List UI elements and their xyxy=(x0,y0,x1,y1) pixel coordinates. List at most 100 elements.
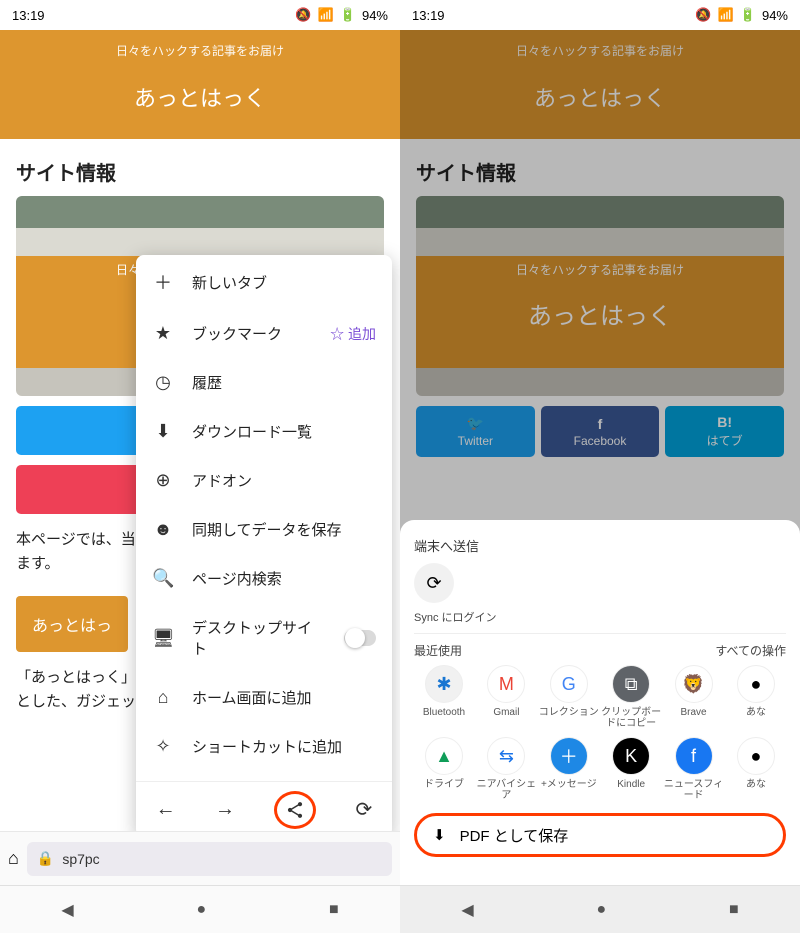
home-icon[interactable]: ⌂ xyxy=(8,848,19,869)
share-app-clipboard[interactable]: ⧉クリップボードにコピー xyxy=(601,665,661,729)
status-time: 13:19 xyxy=(412,8,445,23)
menu-action-row: ← → ⟳ xyxy=(136,781,392,837)
menu-item-5[interactable]: ☻ 同期してデータを保存 xyxy=(136,505,392,554)
reload-button[interactable]: ⟳ xyxy=(356,797,373,822)
url-bar: ⌂ 🔒 sp7pc xyxy=(0,831,400,885)
menu-item-0[interactable]: ＋ 新しいタブ xyxy=(136,255,392,309)
cta-button[interactable]: あっとはっ xyxy=(16,596,128,652)
menu-item-8[interactable]: ⌂ホーム画面に追加 xyxy=(136,673,392,722)
send-device-heading: 端末へ送信 xyxy=(414,536,786,555)
sys-home-icon[interactable]: ● xyxy=(196,901,206,919)
share-app-ana2[interactable]: ●あな xyxy=(726,737,786,801)
menu-item-label: ホーム画面に追加 xyxy=(192,687,312,708)
menu-item-icon: 🖥 xyxy=(152,628,174,649)
battery-pct: 94% xyxy=(762,8,788,23)
share-app-label: Bluetooth xyxy=(423,707,465,718)
share-app-row-1: ✱ Bluetooth M Gmail G コレクション⧉クリップボードにコピー🦁Brav… xyxy=(414,665,786,729)
menu-item-icon: 🔍 xyxy=(152,568,174,589)
url-field[interactable]: 🔒 sp7pc xyxy=(27,842,392,876)
ana1-icon: ● xyxy=(737,665,775,703)
sys-recent-icon[interactable]: ■ xyxy=(729,901,739,919)
battery-icon: 🔋 xyxy=(340,7,356,23)
nav-back-button[interactable]: ← xyxy=(156,798,176,821)
menu-item-1[interactable]: ★ブックマーク☆ 追加 xyxy=(136,309,392,358)
wifi-icon: 📶 xyxy=(718,7,734,23)
share-app-label: ニアバイシェア xyxy=(476,779,536,801)
menu-item-label: 新しいタブ xyxy=(192,272,267,293)
share-app-brave[interactable]: 🦁Brave xyxy=(664,665,724,729)
menu-item-icon: ✧ xyxy=(152,736,174,757)
menu-item-2[interactable]: ◷ 履歴 xyxy=(136,358,392,407)
share-app-gmail[interactable]: M Gmail xyxy=(476,665,536,729)
share-app-nearby[interactable]: ⇆ ニアバイシェア xyxy=(476,737,536,801)
newsfeed-icon: f xyxy=(675,737,713,775)
drive-icon: ▲ xyxy=(425,737,463,775)
menu-item-7[interactable]: 🖥 デスクトップサイト xyxy=(136,603,392,673)
desktop-site-toggle[interactable] xyxy=(344,630,376,646)
section-heading: サイト情報 xyxy=(0,139,400,196)
nav-forward-button[interactable]: → xyxy=(215,798,235,821)
menu-item-label: アドオン xyxy=(192,470,252,491)
share-app-kindle[interactable]: KKindle xyxy=(601,737,661,801)
menu-item-6[interactable]: 🔍ページ内検索 xyxy=(136,554,392,603)
menu-item-label: ショートカットに追加 xyxy=(192,736,342,757)
share-app-plusmsg[interactable]: ＋+メッセージ xyxy=(539,737,599,801)
menu-item-icon: ☻ xyxy=(152,519,174,540)
share-app-bluetooth[interactable]: ✱ Bluetooth xyxy=(414,665,474,729)
sys-back-icon[interactable]: ◀ xyxy=(61,900,73,920)
sys-back-icon[interactable]: ◀ xyxy=(461,900,473,920)
share-app-label: クリップボードにコピー xyxy=(601,707,661,729)
menu-item-icon: ＋ xyxy=(152,269,174,295)
system-nav: ◀ ● ■ xyxy=(0,885,400,933)
share-app-collection[interactable]: G コレクション xyxy=(539,665,599,729)
menu-list: ＋ 新しいタブ ★ブックマーク☆ 追加 ◷ 履歴 ⬇ダウンロード一覧 ⊕ アドオン ☻ 同期してデ… xyxy=(136,255,392,781)
dnd-icon: 🔕 xyxy=(295,7,311,23)
download-icon: ⬇ xyxy=(433,826,446,844)
share-app-label: Kindle xyxy=(617,779,645,790)
right-screenshot: 13:19 🔕 📶 🔋 94% 日々をハックする記事をお届け あっとはっく サイ… xyxy=(400,0,800,933)
site-tagline: 日々をハックする記事をお届け xyxy=(0,42,400,59)
share-app-newsfeed[interactable]: f ニュースフィード xyxy=(664,737,724,801)
recent-label: 最近使用 xyxy=(414,642,462,659)
bluetooth-icon: ✱ xyxy=(425,665,463,703)
share-button-highlight[interactable] xyxy=(274,791,316,829)
share-sheet: 端末へ送信 ⟳ Sync にログイン 最近使用 すべての操作 ✱Bluetoot… xyxy=(400,520,800,885)
battery-pct: 94% xyxy=(362,8,388,23)
sys-home-icon[interactable]: ● xyxy=(596,901,606,919)
menu-item-10[interactable]: ▤コレクションに保存 xyxy=(136,771,392,781)
menu-item-9[interactable]: ✧ ショートカットに追加 xyxy=(136,722,392,771)
save-pdf-label: PDF として保存 xyxy=(460,825,569,846)
save-pdf-button[interactable]: ⬇ PDF として保存 xyxy=(414,813,786,857)
menu-item-label: デスクトップサイト xyxy=(192,617,326,659)
share-app-drive[interactable]: ▲ ドライブ xyxy=(414,737,474,801)
share-app-ana1[interactable]: ●あな xyxy=(726,665,786,729)
share-icon xyxy=(285,800,305,820)
menu-item-label: ダウンロード一覧 xyxy=(192,421,312,442)
nearby-icon: ⇆ xyxy=(487,737,525,775)
share-app-label: Gmail xyxy=(493,707,519,718)
menu-item-icon: ⊕ xyxy=(152,470,174,491)
sync-row[interactable]: ⟳ Sync にログイン xyxy=(414,563,786,634)
share-app-label: コレクション xyxy=(539,707,599,718)
sys-recent-icon[interactable]: ■ xyxy=(329,901,339,919)
menu-item-icon: ◷ xyxy=(152,372,174,393)
share-app-label: ニュースフィード xyxy=(664,779,724,801)
share-app-label: ドライブ xyxy=(424,779,464,790)
left-screenshot: 13:19 🔕 📶 🔋 94% 日々をハックする記事をお届け あっとはっく サイ… xyxy=(0,0,400,933)
collection-icon: G xyxy=(550,665,588,703)
gmail-icon: M xyxy=(487,665,525,703)
menu-item-label: 同期してデータを保存 xyxy=(192,519,342,540)
ana2-icon: ● xyxy=(737,737,775,775)
lock-icon: 🔒 xyxy=(37,850,54,867)
site-title: あっとはっく xyxy=(0,81,400,113)
dnd-icon: 🔕 xyxy=(695,7,711,23)
browser-menu: ＋ 新しいタブ ★ブックマーク☆ 追加 ◷ 履歴 ⬇ダウンロード一覧 ⊕ アドオン ☻ 同期してデ… xyxy=(136,255,392,837)
menu-item-label: 履歴 xyxy=(192,372,222,393)
battery-icon: 🔋 xyxy=(740,7,756,23)
menu-item-3[interactable]: ⬇ダウンロード一覧 xyxy=(136,407,392,456)
status-icons: 🔕 📶 🔋 94% xyxy=(695,7,788,23)
sync-icon: ⟳ xyxy=(414,563,454,603)
menu-item-extra[interactable]: ☆ 追加 xyxy=(330,324,376,344)
site-banner: 日々をハックする記事をお届け あっとはっく xyxy=(0,30,400,139)
menu-item-4[interactable]: ⊕ アドオン xyxy=(136,456,392,505)
